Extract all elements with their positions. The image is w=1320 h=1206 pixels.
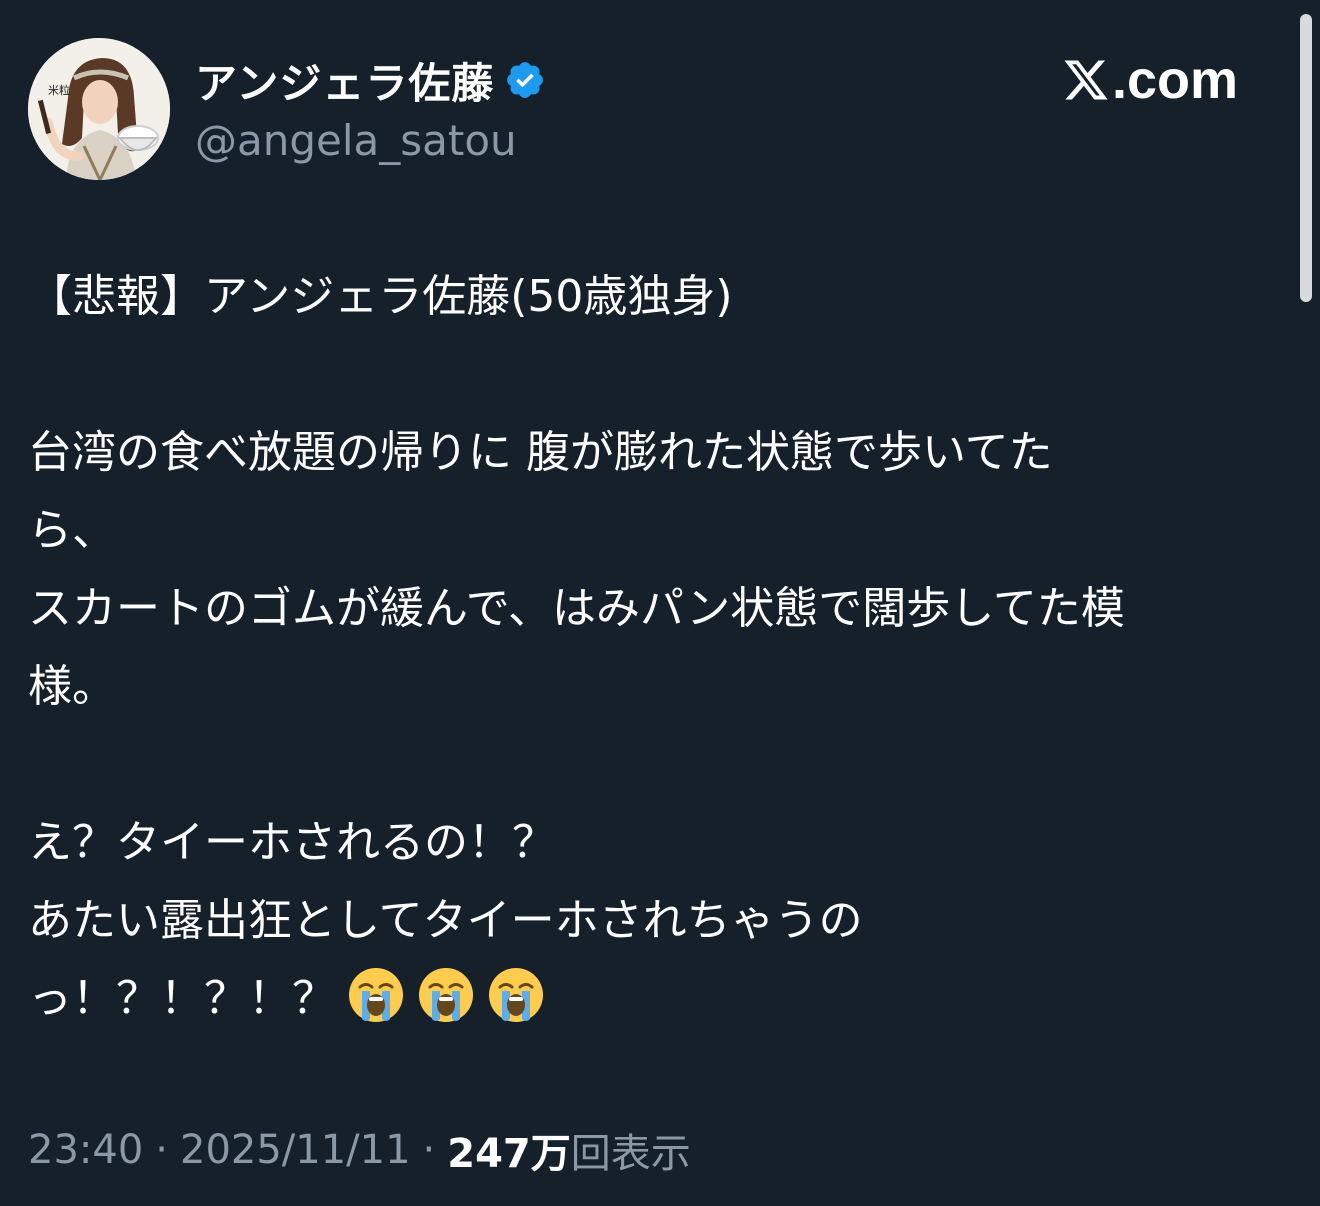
author-name-row: アンジェラ佐藤 <box>195 54 546 108</box>
post-date[interactable]: 2025/11/11 <box>180 1127 411 1173</box>
post-text: 【悲報】アンジェラ佐藤(50歳独身) 台湾の食べ放題の帰りに 腹が膨れた状態で歩… <box>28 258 1298 1038</box>
post-text-line: っ！？！？！？ <box>28 973 336 1024</box>
post-text-line: え？タイーホされるの！？ <box>28 817 556 868</box>
views-count[interactable]: 247万 <box>447 1121 571 1179</box>
loudly-crying-face-icon <box>346 965 406 1025</box>
author-avatar[interactable]: 米粒 <box>28 38 170 180</box>
post-text-line: あたい露出狂としてタイーホされちゃうの <box>28 895 863 946</box>
post-text-line: 【悲報】アンジェラ佐藤(50歳独身) <box>28 271 733 322</box>
post-text-line: 様。 <box>28 661 116 712</box>
x-logo-icon <box>1062 56 1110 104</box>
post-text-last-line: っ！？！？！？ <box>28 960 1298 1038</box>
meta-separator: · <box>155 1127 168 1173</box>
post-meta: 23:40 · 2025/11/11 · 247万 回表示 <box>28 1120 691 1180</box>
post-text-line: 台湾の食べ放題の帰りに 腹が膨れた状態で歩いてた <box>28 427 1053 478</box>
meta-separator: · <box>422 1127 436 1173</box>
avatar-badge-text: 米粒 <box>48 83 70 97</box>
post-text-line: ら、 <box>28 505 116 556</box>
author-handle[interactable]: @angela_satou <box>195 116 517 165</box>
avatar-image: 米粒 <box>28 38 170 180</box>
post-text-blank-line <box>28 726 1298 804</box>
verified-badge-icon <box>504 59 546 101</box>
brand-domain: .com <box>1112 50 1239 110</box>
post-text-line: スカートのゴムが緩んで、はみパン状態で闊歩してた模 <box>28 583 1125 634</box>
scrollbar[interactable] <box>1300 14 1312 302</box>
x-brand: .com <box>1062 52 1238 108</box>
loudly-crying-face-icon <box>416 965 476 1025</box>
views-label: 回表示 <box>570 1131 691 1177</box>
post-text-blank-line <box>28 336 1298 414</box>
author-display-name[interactable]: アンジェラ佐藤 <box>195 50 494 111</box>
post-time[interactable]: 23:40 <box>28 1127 143 1173</box>
post-header: 米粒 アンジェラ佐藤 @angela_satou .com <box>28 36 1278 186</box>
loudly-crying-face-icon <box>486 965 546 1025</box>
